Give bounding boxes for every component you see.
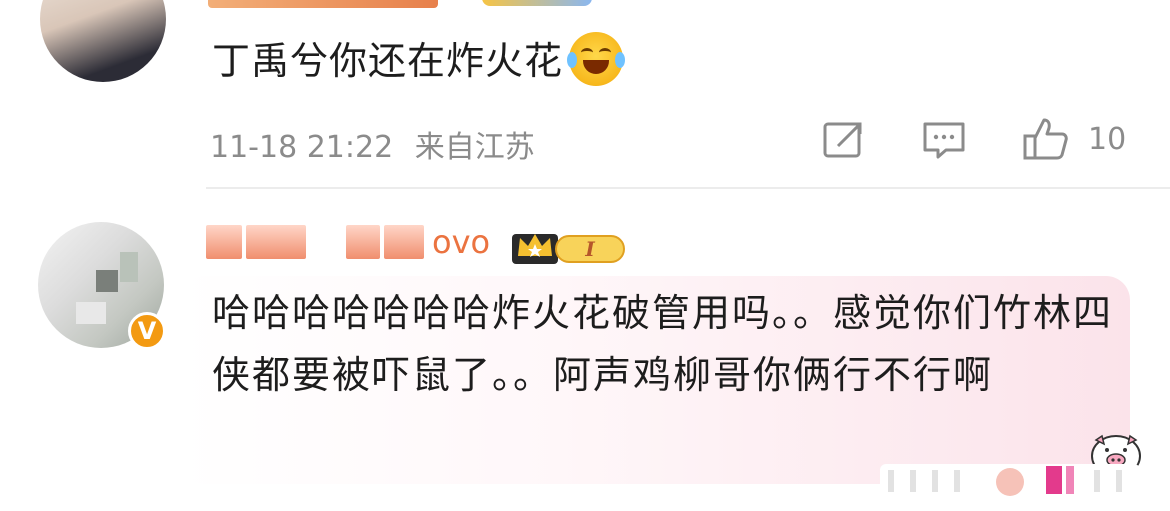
- username-suffix: ovo: [432, 223, 491, 261]
- comment-date: 11-18 21:22: [210, 130, 394, 165]
- comment-icon[interactable]: [922, 120, 966, 160]
- comment-1: 丁禹兮你还在炸火花 11-18 21:22 来自江苏 10: [0, 0, 1170, 190]
- comment-source: 来自江苏: [414, 130, 535, 165]
- user-badge-icon: [482, 0, 592, 6]
- comment-text: 哈哈哈哈哈哈哈炸火花破管用吗。。感觉你们竹林四侠都要被吓鼠了。。阿声鸡柳哥你俩行…: [212, 291, 1114, 397]
- username[interactable]: ovo: [206, 220, 490, 264]
- like-count: 10: [1088, 122, 1127, 157]
- comment-meta: 11-18 21:22 来自江苏: [210, 122, 535, 166]
- username-blurred[interactable]: [208, 0, 438, 8]
- divider: [206, 187, 1170, 189]
- comment-text: 丁禹兮你还在炸火花: [212, 30, 626, 86]
- like-icon[interactable]: [1022, 116, 1070, 162]
- verified-badge-icon: V: [128, 312, 166, 350]
- share-icon[interactable]: [822, 120, 866, 160]
- svg-text:I: I: [584, 237, 595, 261]
- comment-2: V ovo I 哈哈哈哈哈哈哈炸火花破管用吗。。感觉你们竹林四侠都要被吓鼠了。。…: [0, 190, 1170, 511]
- crown-level-badge-icon: I: [512, 234, 625, 264]
- laughing-tears-emoji-icon: [567, 32, 626, 86]
- avatar[interactable]: [40, 0, 166, 82]
- bubble-decoration-icon: [880, 464, 1140, 496]
